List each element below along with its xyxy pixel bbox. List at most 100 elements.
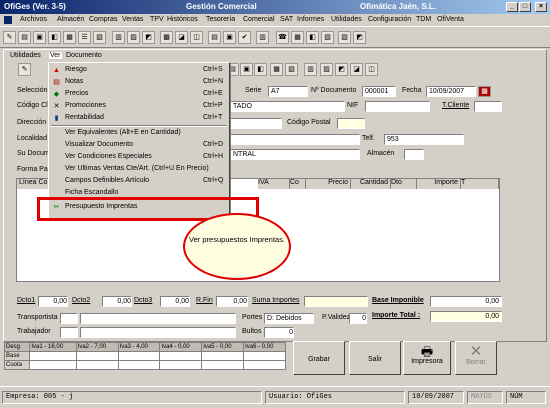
toolbar-tool-icon-10[interactable]: ◩: [142, 31, 155, 44]
dcto3-label[interactable]: Dcto3: [134, 297, 152, 304]
toolbar-tool-icon-14[interactable]: ▤: [208, 31, 221, 44]
panel-tool-icon-10[interactable]: ◪: [350, 63, 363, 76]
grabar-button[interactable]: Grabar: [293, 341, 345, 375]
submenu-documento[interactable]: Documento: [66, 52, 102, 59]
toolbar-tool-icon-7[interactable]: ▧: [93, 31, 106, 44]
cp-field[interactable]: [337, 118, 365, 129]
toolbar-tool-icon-17[interactable]: ▥: [256, 31, 269, 44]
toolbar-tool-icon-22[interactable]: ◩: [353, 31, 366, 44]
rfin-field[interactable]: 0,00: [216, 296, 248, 307]
toolbar-tool-icon-11[interactable]: ▩: [160, 31, 173, 44]
tcliente-field[interactable]: [474, 101, 502, 112]
menu-configuracion[interactable]: Configuración: [368, 16, 411, 23]
menu-informes[interactable]: Informes: [297, 16, 324, 23]
calendar-icon[interactable]: ▦: [478, 86, 491, 97]
menu-item-notas[interactable]: ▤ Notas Ctrl+N: [49, 77, 229, 88]
panel-tool-icon-4[interactable]: ◧: [254, 63, 267, 76]
toolbar-tool-icon-3[interactable]: ▣: [33, 31, 46, 44]
maximize-button[interactable]: □: [519, 2, 531, 12]
localidad-field[interactable]: [230, 134, 360, 145]
transportista-name[interactable]: [80, 313, 236, 324]
menu-item-precios[interactable]: ◆ Precios Ctrl+E: [49, 89, 229, 100]
panel-tool-icon-1[interactable]: ✎: [18, 63, 31, 76]
suma-label[interactable]: Suma Importes: [252, 297, 299, 304]
dcto3-field[interactable]: 0,00: [160, 296, 190, 307]
menu-item-riesgo[interactable]: ▲ Riesgo Ctrl+S: [49, 65, 229, 76]
menu-tdm[interactable]: TDM: [416, 16, 431, 23]
toolbar-tool-icon-6[interactable]: ☰: [78, 31, 91, 44]
panel-tool-icon-11[interactable]: ◫: [365, 63, 378, 76]
menu-item-condiciones[interactable]: Ver Condiciones Especiales Ctrl+H: [49, 152, 229, 163]
toolbar-tool-icon-21[interactable]: ▨: [338, 31, 351, 44]
submenu-ver[interactable]: Ver: [49, 52, 62, 59]
telf-field[interactable]: 953: [384, 134, 464, 145]
panel-tool-icon-6[interactable]: ▧: [285, 63, 298, 76]
panel-tool-icon-5[interactable]: ▦: [270, 63, 283, 76]
menu-ventas[interactable]: Ventas: [122, 16, 143, 23]
toolbar-tool-icon-16[interactable]: ✔: [238, 31, 251, 44]
menu-item-ultimas-ventas[interactable]: Ver Ultimas Ventas Cte/Art. (Ctrl+U En P…: [49, 164, 229, 175]
dcto2-field[interactable]: 0,00: [102, 296, 132, 307]
submenu-utilidades[interactable]: Utilidades: [10, 52, 41, 59]
total-label[interactable]: Importe Total :: [372, 312, 420, 319]
menu-tesoreria[interactable]: Tesorería: [206, 16, 235, 23]
nif-field[interactable]: [365, 101, 430, 112]
menu-sat[interactable]: SAT: [280, 16, 293, 23]
toolbar-tool-icon-13[interactable]: ◫: [190, 31, 203, 44]
pvalidez-field[interactable]: 0: [349, 313, 367, 324]
panel-tool-icon-3[interactable]: ▣: [240, 63, 253, 76]
menu-comercial[interactable]: Comercial: [243, 16, 275, 23]
menu-utilidades[interactable]: Utilidades: [331, 16, 362, 23]
toolbar-tool-icon-15[interactable]: ▣: [223, 31, 236, 44]
serie-select[interactable]: A7: [268, 86, 308, 97]
toolbar-tool-icon-18[interactable]: ▦: [291, 31, 304, 44]
menu-almacen[interactable]: Almacén: [57, 16, 84, 23]
toolbar-tool-icon-4[interactable]: ◧: [48, 31, 61, 44]
menu-item-promociones[interactable]: ✕ Promociones Ctrl+P: [49, 101, 229, 112]
menu-item-equivalentes[interactable]: Ver Equivalentes (Alt+E en Cantidad): [49, 128, 229, 139]
dcto1-label[interactable]: Dcto1: [17, 297, 35, 304]
panel-tool-icon-8[interactable]: ▨: [320, 63, 333, 76]
panel-tool-icon-7[interactable]: ▥: [304, 63, 317, 76]
menu-historicos[interactable]: Históricos: [167, 16, 198, 23]
trabajador-name[interactable]: [80, 327, 236, 338]
toolbar-tool-icon-12[interactable]: ◪: [175, 31, 188, 44]
sudoc-field[interactable]: NTRAL: [230, 149, 360, 160]
tcliente-label[interactable]: T.Cliente: [442, 102, 469, 109]
almacen-field[interactable]: [404, 149, 424, 160]
cliente-name-field[interactable]: TADO: [230, 101, 345, 112]
dcto1-field[interactable]: 0,00: [38, 296, 68, 307]
menu-tpv[interactable]: TPV: [150, 16, 164, 23]
toolbar-phone-icon[interactable]: ☎: [276, 31, 289, 44]
direccion-field[interactable]: [230, 118, 282, 129]
bultos-field[interactable]: 0: [264, 327, 294, 338]
portes-select[interactable]: D: Debidos: [264, 313, 314, 324]
minimize-button[interactable]: _: [506, 2, 518, 12]
toolbar-tool-icon-8[interactable]: ▥: [112, 31, 125, 44]
ndoc-field[interactable]: 000001: [362, 86, 396, 97]
trabajador-code[interactable]: [60, 327, 78, 338]
salir-button[interactable]: Salir: [349, 341, 401, 375]
menu-item-visualizar[interactable]: Visualizar Documento Ctrl+D: [49, 140, 229, 151]
toolbar-tool-icon-1[interactable]: ✎: [3, 31, 16, 44]
menu-item-rentabilidad[interactable]: ▮ Rentabilidad Ctrl+T: [49, 113, 229, 124]
menu-compras[interactable]: Compras: [89, 16, 117, 23]
close-button[interactable]: ×: [535, 2, 547, 12]
transportista-code[interactable]: [60, 313, 78, 324]
toolbar-tool-icon-19[interactable]: ◧: [306, 31, 319, 44]
menu-item-campos[interactable]: Campos Definibles Artículo Ctrl+Q: [49, 176, 229, 187]
panel-tool-icon-9[interactable]: ◩: [335, 63, 348, 76]
borrar-button[interactable]: ✕ Borrar: [455, 341, 497, 375]
impresora-button[interactable]: 🖶 Impresora: [403, 341, 451, 375]
toolbar-tool-icon-9[interactable]: ▨: [127, 31, 140, 44]
rfin-label[interactable]: R.Fin: [196, 297, 213, 304]
toolbar-tool-icon-2[interactable]: ▤: [18, 31, 31, 44]
toolbar-tool-icon-20[interactable]: ▧: [321, 31, 334, 44]
base-label[interactable]: Base Imponible: [372, 297, 424, 304]
menu-archivos[interactable]: Archivos: [20, 16, 47, 23]
toolbar-tool-icon-5[interactable]: ▦: [63, 31, 76, 44]
tax-row-base: Base: [3, 351, 31, 361]
fecha-field[interactable]: 10/09/2007: [426, 86, 476, 97]
menu-ofiventa[interactable]: OfiVenta: [437, 16, 464, 23]
dcto2-label[interactable]: Dcto2: [72, 297, 90, 304]
